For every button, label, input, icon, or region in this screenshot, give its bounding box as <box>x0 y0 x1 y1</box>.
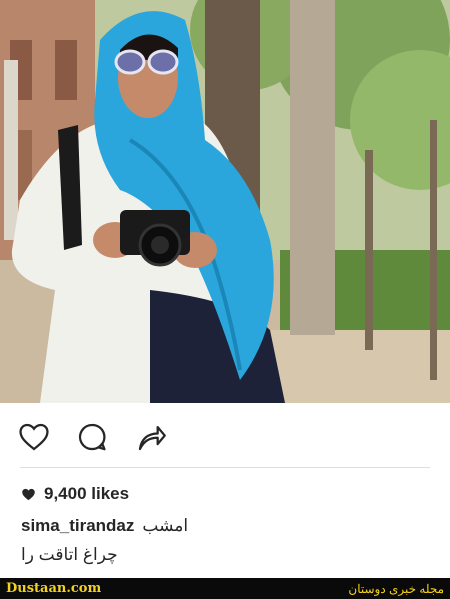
post-photo[interactable] <box>0 0 450 403</box>
divider <box>20 467 430 468</box>
post-actions <box>0 403 450 465</box>
likes-count[interactable]: 9,400 likes <box>21 484 129 504</box>
username-link[interactable]: sima_tirandaz <box>21 516 134 536</box>
likes-label: 9,400 likes <box>44 484 130 503</box>
share-arrow-icon <box>138 425 166 451</box>
heart-filled-icon <box>22 488 35 500</box>
caption-text: امشب <box>142 516 189 535</box>
watermark-site: Dustaan.com <box>6 581 102 596</box>
comment-bubble-icon <box>78 423 106 451</box>
caption: sima_tirandaz امشب <box>21 516 188 536</box>
watermark-brand: مجله خبری دوستان <box>348 581 444 596</box>
caption-text-line2: چراغ اتاقت را <box>21 545 118 564</box>
watermark-bar: Dustaan.com مجله خبری دوستان <box>0 578 450 599</box>
heart-outline-icon <box>19 423 49 451</box>
share-button[interactable] <box>132 417 172 457</box>
comment-button[interactable] <box>72 417 112 457</box>
like-button[interactable] <box>14 417 54 457</box>
